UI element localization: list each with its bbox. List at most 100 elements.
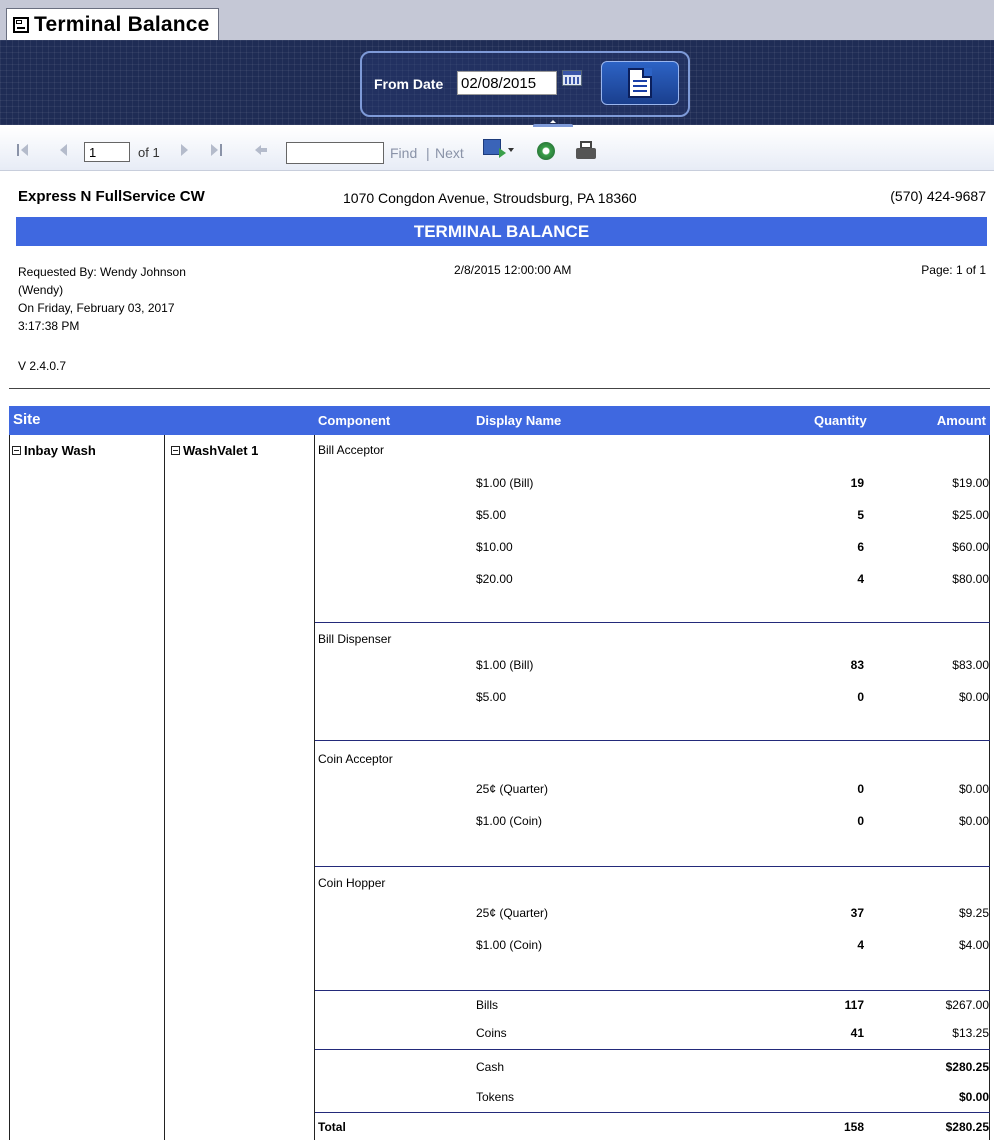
requested-on: On Friday, February 03, 2017: [18, 301, 175, 315]
summary-name: Bills: [476, 998, 499, 1012]
total-label: Total: [318, 1120, 346, 1134]
display-name: $1.00 (Bill): [476, 476, 534, 490]
component-label: Bill Dispenser: [318, 632, 392, 646]
first-page-arrow-icon[interactable]: [21, 144, 28, 156]
component-label: Bill Acceptor: [318, 443, 385, 457]
find-link[interactable]: Find: [390, 145, 417, 161]
summary-name: Coins: [476, 1026, 507, 1040]
summary-amount: $267.00: [945, 998, 989, 1012]
find-input[interactable]: [286, 142, 384, 164]
quantity: 37: [850, 906, 864, 920]
amount: $9.25: [958, 906, 989, 920]
group-divider: [315, 1049, 990, 1050]
quantity: 6: [857, 540, 864, 554]
header-quantity: Quantity: [814, 413, 867, 428]
summary-amount: $280.25: [945, 1060, 989, 1074]
export-dropdown-icon[interactable]: [508, 148, 514, 152]
quantity: 19: [850, 476, 864, 490]
next-page-icon[interactable]: [181, 144, 188, 156]
display-name: $1.00 (Coin): [476, 814, 543, 828]
amount: $0.00: [958, 690, 989, 704]
header-divider: [9, 388, 990, 389]
company-phone: (570) 424-9687: [890, 188, 986, 204]
header-site: Site: [13, 411, 41, 428]
back-to-parent-icon[interactable]: [255, 145, 267, 155]
grid-line: [164, 435, 165, 1140]
terminal-name: WashValet 1: [183, 443, 259, 458]
last-page-icon[interactable]: [211, 144, 218, 156]
site-name: Inbay Wash: [24, 443, 96, 458]
display-name: $5.00: [476, 690, 507, 704]
terminal-group-toggle[interactable]: WashValet 1: [171, 443, 258, 458]
version-label: V 2.4.0.7: [18, 359, 67, 373]
print-icon[interactable]: [575, 141, 597, 161]
quantity: 0: [857, 782, 864, 796]
summary-amount: $13.25: [952, 1026, 989, 1040]
display-name: $5.00: [476, 508, 507, 522]
summary-quantity: 41: [850, 1026, 864, 1040]
group-divider: [315, 622, 990, 623]
parameter-panel: From Date: [0, 40, 994, 129]
report-parameter-date: 2/8/2015 12:00:00 AM: [454, 263, 572, 277]
window-title: Terminal Balance: [34, 12, 210, 36]
display-name: $1.00 (Bill): [476, 658, 534, 672]
amount: $25.00: [952, 508, 989, 522]
grid-line: [314, 435, 315, 1140]
company-name: Express N FullService CW: [18, 188, 205, 205]
display-name: $1.00 (Coin): [476, 938, 543, 952]
find-separator: |: [426, 145, 430, 161]
last-page-bar-icon[interactable]: [220, 144, 222, 156]
first-page-icon[interactable]: [17, 144, 19, 156]
component-label: Coin Hopper: [318, 876, 386, 890]
grid-line: [9, 435, 10, 1140]
quantity: 4: [857, 938, 864, 952]
page-number-input[interactable]: [84, 142, 130, 162]
amount: $80.00: [952, 572, 989, 586]
amount: $4.00: [958, 938, 989, 952]
amount: $0.00: [958, 814, 989, 828]
display-name: $20.00: [476, 572, 513, 586]
quantity: 5: [857, 508, 864, 522]
site-group-toggle[interactable]: Inbay Wash: [12, 443, 96, 458]
header-component: Component: [318, 413, 391, 428]
export-icon[interactable]: [483, 139, 506, 158]
company-address: 1070 Congdon Avenue, Stroudsburg, PA 183…: [343, 190, 637, 206]
display-name: $10.00: [476, 540, 513, 554]
table-header: Site Component Display Name Quantity Amo…: [9, 406, 990, 435]
display-name: 25¢ (Quarter): [476, 782, 549, 796]
requested-time: 3:17:38 PM: [18, 319, 80, 333]
from-date-label: From Date: [374, 76, 444, 92]
quantity: 0: [857, 690, 864, 704]
group-divider: [315, 1112, 990, 1113]
view-report-button[interactable]: [601, 61, 679, 105]
quantity: 4: [857, 572, 864, 586]
report-icon: [628, 68, 652, 98]
display-name: 25¢ (Quarter): [476, 906, 549, 920]
summary-quantity: 117: [844, 998, 864, 1012]
collapse-icon[interactable]: [171, 446, 180, 455]
group-divider: [315, 990, 990, 991]
group-divider: [315, 740, 990, 741]
amount: $83.00: [952, 658, 989, 672]
header-amount: Amount: [936, 413, 986, 428]
parameter-box: From Date: [360, 51, 690, 117]
header-display-name: Display Name: [476, 413, 562, 428]
quantity: 83: [850, 658, 864, 672]
grid-line: [989, 435, 990, 1140]
from-date-input[interactable]: [457, 71, 557, 95]
report-window-icon: [13, 16, 29, 33]
collapse-icon[interactable]: [12, 446, 21, 455]
summary-name: Tokens: [476, 1090, 515, 1104]
group-divider: [315, 866, 990, 867]
component-label: Coin Acceptor: [318, 752, 393, 766]
page-indicator: Page: 1 of 1: [921, 263, 986, 277]
refresh-icon[interactable]: [537, 142, 555, 160]
find-next-link[interactable]: Next: [435, 145, 464, 161]
requested-user: (Wendy): [18, 283, 64, 297]
report-tab[interactable]: Terminal Balance: [6, 8, 219, 40]
quantity: 0: [857, 814, 864, 828]
previous-page-icon[interactable]: [60, 144, 67, 156]
summary-name: Cash: [476, 1060, 505, 1074]
page-count-label: of 1: [138, 145, 160, 160]
calendar-icon[interactable]: [562, 70, 582, 86]
